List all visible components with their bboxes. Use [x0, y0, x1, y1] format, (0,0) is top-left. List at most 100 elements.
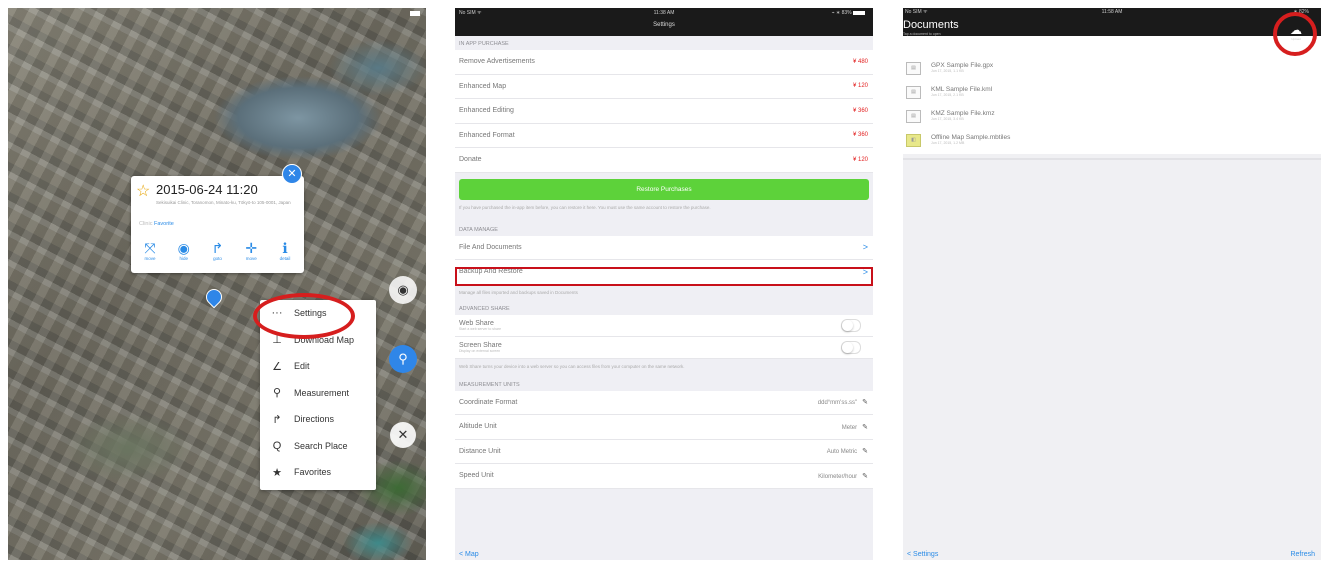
tools-icon[interactable]: ✕ — [390, 422, 416, 448]
pencil-icon: ✎ — [862, 472, 868, 480]
action-label: detail — [279, 256, 291, 261]
row-label: Enhanced Format — [459, 131, 515, 139]
web-share-toggle[interactable] — [841, 318, 861, 332]
map-screen[interactable]: ☆ 2015-06-24 11:20 Sekisuikai Clinic, To… — [8, 8, 426, 560]
menu-item-edit[interactable]: ∠ Edit — [260, 353, 376, 380]
row-text: Screen Share Display on external screen — [459, 342, 502, 353]
move-arrows-icon: ⤧ — [144, 240, 156, 256]
directions-icon: ↱ — [211, 240, 224, 256]
file-name: Offline Map Sample.mbtiles — [931, 134, 1011, 141]
settings-screen: No SIM ᯤ 11:38 AM ⌁ ∗ 83% Settings In Ap… — [455, 8, 873, 560]
map-pin-icon[interactable] — [202, 285, 226, 309]
menu-item-measurement[interactable]: ⚲ Measurement — [260, 380, 376, 407]
pencil-icon: ✎ — [862, 399, 868, 407]
purchase-row-enhanced-map[interactable]: Enhanced Map ¥ 120 — [455, 75, 873, 99]
category-label: Clinic — [139, 221, 153, 227]
callout-action-move[interactable]: ⤧ move — [135, 240, 165, 261]
screen-share-toggle[interactable] — [841, 340, 861, 354]
page-subtitle: Tap a document to open — [903, 32, 941, 36]
file-text: GPX Sample File.gpx Jun 17, 2015, 1.1 KB — [931, 62, 993, 74]
measure-icon: ⚲ — [272, 387, 282, 400]
battery-icon — [410, 11, 420, 16]
purchase-row-remove-ads[interactable]: Remove Advertisements ¥ 480 — [455, 50, 873, 75]
eye-icon[interactable]: ◉ — [389, 276, 417, 304]
highlight-box — [455, 267, 873, 286]
file-meta: Jun 17, 2015, 2.1 KB — [931, 93, 964, 97]
purchase-row-enhanced-format[interactable]: Enhanced Format ¥ 360 — [455, 124, 873, 148]
row-label: Donate — [459, 156, 482, 164]
documents-screen: No SIM ᯤ 11:58 AM ∗ 82% Documents Tap a … — [903, 8, 1321, 560]
menu-item-directions[interactable]: ↱ Directions — [260, 406, 376, 433]
callout-action-move-pin[interactable]: ✛ move — [236, 240, 266, 261]
restore-purchases-button[interactable]: Restore Purchases — [459, 178, 869, 200]
callout-category[interactable]: Clinic Favorite — [139, 221, 174, 227]
back-to-map-link[interactable]: < Map — [459, 551, 479, 558]
action-label: move — [144, 256, 156, 261]
file-text: KML Sample File.kml Jun 17, 2015, 2.1 KB — [931, 86, 992, 98]
price-label: ¥ 120 — [852, 156, 868, 163]
row-distance-unit[interactable]: Distance Unit Auto Metric ✎ — [455, 440, 873, 464]
price-label: ¥ 480 — [852, 58, 868, 65]
refresh-button[interactable]: Refresh — [1290, 551, 1315, 558]
status-time: 11:58 AM — [1101, 9, 1123, 15]
menu-item-label: Search Place — [294, 440, 348, 451]
file-meta: Jun 17, 2015, 3.4 KB — [931, 117, 964, 121]
navigation-bar: No SIM ᯤ 11:58 AM ∗ 82% Documents Tap a … — [903, 8, 1321, 56]
status-time: 11:38 AM — [653, 10, 675, 16]
file-meta: Jun 17, 2015, 1.1 KB — [931, 69, 964, 73]
row-speed-unit[interactable]: Speed Unit Kilometer/hour ✎ — [455, 464, 873, 489]
row-label: Screen Share — [459, 341, 502, 349]
row-altitude-unit[interactable]: Altitude Unit Meter ✎ — [455, 415, 873, 440]
file-row[interactable]: ◧ Offline Map Sample.mbtiles Jun 17, 2015… — [903, 128, 1321, 152]
section-header-advanced-share: Advanced Share — [459, 305, 510, 312]
row-text: Web Share Start a web server to share — [459, 320, 501, 331]
units-list: Coordinate Format ddd°mm'ss.ss" ✎ Altitude… — [455, 390, 873, 489]
row-value-group: Auto Metric ✎ — [827, 447, 868, 455]
purchase-note: If you have purchased the in-app item be… — [459, 204, 711, 210]
menu-item-search-place[interactable]: Q Search Place — [260, 433, 376, 460]
favorite-link[interactable]: Favorite — [154, 221, 174, 227]
callout-action-detail[interactable]: ℹ detail — [270, 240, 300, 261]
callout-action-hide[interactable]: ◉ hide — [169, 240, 199, 261]
close-icon[interactable]: ✕ — [282, 164, 302, 184]
edit-icon: ∠ — [272, 360, 282, 373]
file-name: KMZ Sample File.kmz — [931, 110, 995, 117]
directions-icon: ↱ — [272, 413, 282, 426]
file-name: KML Sample File.kml — [931, 86, 993, 93]
divider — [903, 158, 1321, 160]
menu-item-label: Measurement — [294, 387, 350, 398]
page-title: Settings — [653, 22, 675, 28]
file-row[interactable]: ▤ GPX Sample File.gpx Jun 17, 2015, 1.1 K… — [903, 56, 1321, 80]
location-icon[interactable]: ⚲ — [389, 345, 417, 373]
row-coordinate-format[interactable]: Coordinate Format ddd°mm'ss.ss" ✎ — [455, 391, 873, 415]
action-label: goto — [213, 256, 222, 261]
menu-item-favorites[interactable]: ★ Favorites — [260, 459, 376, 486]
menu-item-label: Favorites — [294, 467, 332, 478]
highlight-circle — [1273, 12, 1317, 56]
row-screen-share: Screen Share Display on external screen — [455, 337, 873, 359]
file-row[interactable]: ▤ KML Sample File.kml Jun 17, 2015, 2.1 K… — [903, 80, 1321, 104]
file-row[interactable]: ▤ KMZ Sample File.kmz Jun 17, 2015, 3.4 K… — [903, 104, 1321, 128]
row-file-and-documents[interactable]: File And Documents > — [455, 236, 873, 260]
menu-item-label: Directions — [294, 414, 335, 425]
purchase-row-enhanced-editing[interactable]: Enhanced Editing ¥ 360 — [455, 99, 873, 124]
callout-action-goto[interactable]: ↱ goto — [203, 240, 233, 261]
callout-actions: ⤧ move ◉ hide ↱ goto ✛ move ℹ detail — [135, 240, 300, 261]
pencil-icon: ✎ — [862, 423, 868, 431]
row-label: Remove Advertisements — [459, 58, 535, 66]
row-label: Coordinate Format — [459, 398, 518, 406]
row-value-group: Kilometer/hour ✎ — [818, 472, 868, 480]
back-to-settings-link[interactable]: < Settings — [907, 551, 938, 558]
row-value: Meter — [841, 424, 858, 431]
callout-title: 2015-06-24 11:20 — [156, 182, 258, 197]
purchase-list: Remove Advertisements ¥ 480 Enhanced Map ¥… — [455, 50, 873, 173]
document-icon: ▤ — [906, 109, 921, 123]
row-value-group: Meter ✎ — [842, 423, 868, 431]
purchase-row-donate[interactable]: Donate ¥ 120 — [455, 148, 873, 173]
star-icon: ☆ — [136, 183, 151, 200]
row-value: ddd°mm'ss.ss" — [817, 400, 858, 407]
crosshair-icon: ✛ — [245, 240, 258, 256]
place-callout[interactable]: ☆ 2015-06-24 11:20 Sekisuikai Clinic, To… — [131, 176, 304, 273]
row-label: Distance Unit — [459, 447, 501, 455]
page-title: Documents — [903, 19, 959, 31]
